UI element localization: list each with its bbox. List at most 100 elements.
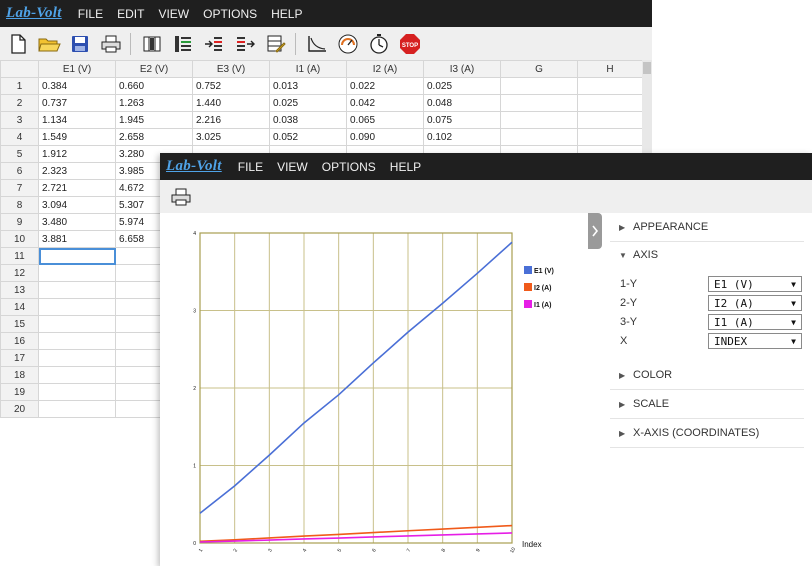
menu-options[interactable]: OPTIONS <box>203 7 257 21</box>
row-number[interactable]: 20 <box>0 400 39 418</box>
table-cell[interactable] <box>38 366 116 384</box>
table-cell[interactable]: 1.440 <box>192 94 270 112</box>
table-cell[interactable]: 3.094 <box>38 196 116 214</box>
row-number[interactable]: 14 <box>0 298 39 316</box>
section-x-axis-coordinates[interactable]: ▶ X-AXIS (COORDINATES) <box>610 419 804 448</box>
column-header[interactable]: H <box>577 60 643 78</box>
column-header[interactable]: E2 (V) <box>115 60 193 78</box>
print-icon[interactable] <box>98 31 124 57</box>
new-file-icon[interactable] <box>5 31 31 57</box>
edit-table-icon[interactable] <box>263 31 289 57</box>
table-cell[interactable]: 0.025 <box>423 77 501 95</box>
table-cell[interactable]: 3.480 <box>38 213 116 231</box>
menu-help[interactable]: HELP <box>271 7 302 21</box>
table-cell[interactable]: 0.022 <box>346 77 424 95</box>
table-cell[interactable] <box>38 315 116 333</box>
table-cell[interactable] <box>38 383 116 401</box>
row-number[interactable]: 13 <box>0 281 39 299</box>
table-cell[interactable]: 1.549 <box>38 128 116 146</box>
row-number[interactable]: 15 <box>0 315 39 333</box>
row-number[interactable]: 1 <box>0 77 39 95</box>
table-cell[interactable]: 1.134 <box>38 111 116 129</box>
table-cell[interactable]: 1.945 <box>115 111 193 129</box>
column-header[interactable]: I3 (A) <box>423 60 501 78</box>
section-scale[interactable]: ▶ SCALE <box>610 390 804 419</box>
table-cell[interactable]: 0.384 <box>38 77 116 95</box>
column-header[interactable]: I1 (A) <box>269 60 347 78</box>
insert-rows-icon[interactable] <box>201 31 227 57</box>
table-cell[interactable]: 0.052 <box>269 128 347 146</box>
row-number[interactable]: 4 <box>0 128 39 146</box>
table-cell[interactable] <box>577 111 643 129</box>
table-cell[interactable] <box>38 332 116 350</box>
column-header[interactable]: I2 (A) <box>346 60 424 78</box>
table-cell[interactable] <box>577 128 643 146</box>
axis-2y-select[interactable]: I2 (A) ▼ <box>708 295 802 311</box>
menu-help[interactable]: HELP <box>390 160 421 174</box>
table-cell[interactable] <box>38 247 116 265</box>
table-cell[interactable]: 1.263 <box>115 94 193 112</box>
row-number[interactable]: 16 <box>0 332 39 350</box>
table-cell[interactable]: 1.912 <box>38 145 116 163</box>
stop-icon[interactable]: STOP <box>397 31 423 57</box>
table-cell[interactable]: 3.025 <box>192 128 270 146</box>
table-cell[interactable] <box>38 349 116 367</box>
menu-view[interactable]: VIEW <box>158 7 189 21</box>
timer-icon[interactable] <box>366 31 392 57</box>
table-cell[interactable]: 0.042 <box>346 94 424 112</box>
graph-icon[interactable] <box>304 31 330 57</box>
panel-collapse-tab[interactable] <box>588 213 602 249</box>
axis-1y-select[interactable]: E1 (V) ▼ <box>708 276 802 292</box>
save-icon[interactable] <box>67 31 93 57</box>
row-number[interactable]: 12 <box>0 264 39 282</box>
menu-file[interactable]: FILE <box>78 7 103 21</box>
print-icon[interactable] <box>168 184 194 210</box>
row-number[interactable]: 17 <box>0 349 39 367</box>
meter-icon[interactable] <box>335 31 361 57</box>
table-cell[interactable]: 0.038 <box>269 111 347 129</box>
menu-view[interactable]: VIEW <box>277 160 308 174</box>
row-number[interactable]: 9 <box>0 213 39 231</box>
table-cell[interactable]: 2.216 <box>192 111 270 129</box>
row-number[interactable]: 10 <box>0 230 39 248</box>
section-axis[interactable]: ▼ AXIS <box>610 241 804 269</box>
table-cell[interactable]: 0.075 <box>423 111 501 129</box>
table-cell[interactable]: 0.660 <box>115 77 193 95</box>
table-cell[interactable]: 2.658 <box>115 128 193 146</box>
table-cell[interactable]: 0.025 <box>269 94 347 112</box>
table-cell[interactable]: 0.065 <box>346 111 424 129</box>
open-folder-icon[interactable] <box>36 31 62 57</box>
table-cell[interactable] <box>38 400 116 418</box>
tree-list-icon[interactable] <box>170 31 196 57</box>
table-cell[interactable]: 0.752 <box>192 77 270 95</box>
table-cell[interactable] <box>500 128 578 146</box>
row-number[interactable]: 11 <box>0 247 39 265</box>
table-cell[interactable] <box>500 111 578 129</box>
scrollbar-thumb[interactable] <box>643 62 651 74</box>
row-number[interactable]: 18 <box>0 366 39 384</box>
section-color[interactable]: ▶ COLOR <box>610 361 804 390</box>
table-cell[interactable]: 0.013 <box>269 77 347 95</box>
table-cell[interactable] <box>38 264 116 282</box>
table-cell[interactable] <box>500 77 578 95</box>
menu-options[interactable]: OPTIONS <box>322 160 376 174</box>
section-appearance[interactable]: ▶ APPEARANCE <box>610 213 804 242</box>
table-cell[interactable] <box>500 94 578 112</box>
table-cell[interactable] <box>577 94 643 112</box>
table-cell[interactable]: 3.881 <box>38 230 116 248</box>
export-rows-icon[interactable] <box>232 31 258 57</box>
axis-x-select[interactable]: INDEX ▼ <box>708 333 802 349</box>
table-cell[interactable]: 2.721 <box>38 179 116 197</box>
table-cell[interactable]: 0.737 <box>38 94 116 112</box>
row-number[interactable]: 8 <box>0 196 39 214</box>
column-header[interactable]: G <box>500 60 578 78</box>
table-cell[interactable]: 0.102 <box>423 128 501 146</box>
row-number[interactable]: 7 <box>0 179 39 197</box>
table-cell[interactable]: 0.048 <box>423 94 501 112</box>
column-header[interactable]: E3 (V) <box>192 60 270 78</box>
row-number[interactable]: 5 <box>0 145 39 163</box>
column-header[interactable]: E1 (V) <box>38 60 116 78</box>
vertical-scrollbar[interactable] <box>642 60 652 155</box>
table-cell[interactable] <box>38 281 116 299</box>
table-columns-icon[interactable] <box>139 31 165 57</box>
